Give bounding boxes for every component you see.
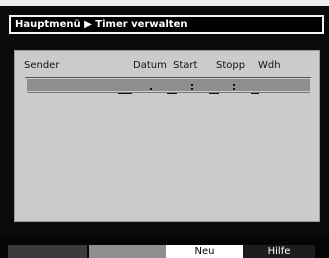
column-header-start: Start [173, 60, 198, 71]
column-header-sender: Sender [24, 60, 60, 71]
timer-row-selected[interactable] [27, 79, 310, 91]
yellow-function-key-new[interactable]: Neu [166, 245, 243, 258]
breadcrumb-root[interactable]: Hauptmenü [15, 19, 81, 30]
stop-hour-placeholder [209, 93, 219, 94]
date-separator-dot [150, 88, 152, 90]
start-hour-placeholder [167, 93, 177, 94]
stop-colon-bottom [233, 88, 235, 90]
blue-function-key-help[interactable]: Hilfe [243, 245, 315, 258]
start-colon-top [191, 84, 193, 86]
breadcrumb-current: Timer verwalten [95, 19, 188, 30]
column-header-stopp: Stopp [216, 60, 246, 71]
red-function-key[interactable] [8, 245, 87, 258]
date-placeholder [118, 93, 132, 94]
start-colon-bottom [191, 88, 193, 90]
repeat-placeholder [251, 93, 259, 94]
tv-screen: Hauptmenü ▶ Timer verwalten Sender Datum… [0, 6, 329, 235]
column-header-datum: Datum [133, 60, 167, 71]
header-divider [25, 77, 311, 78]
stop-colon-top [233, 84, 235, 86]
breadcrumb: Hauptmenü ▶ Timer verwalten [9, 15, 324, 34]
table-header: Sender Datum Start Stopp Wdh [15, 51, 319, 75]
column-header-wdh: Wdh [258, 60, 281, 71]
timer-list-panel: Sender Datum Start Stopp Wdh [14, 50, 320, 222]
breadcrumb-separator-icon: ▶ [84, 19, 92, 30]
green-function-key[interactable] [89, 245, 166, 258]
